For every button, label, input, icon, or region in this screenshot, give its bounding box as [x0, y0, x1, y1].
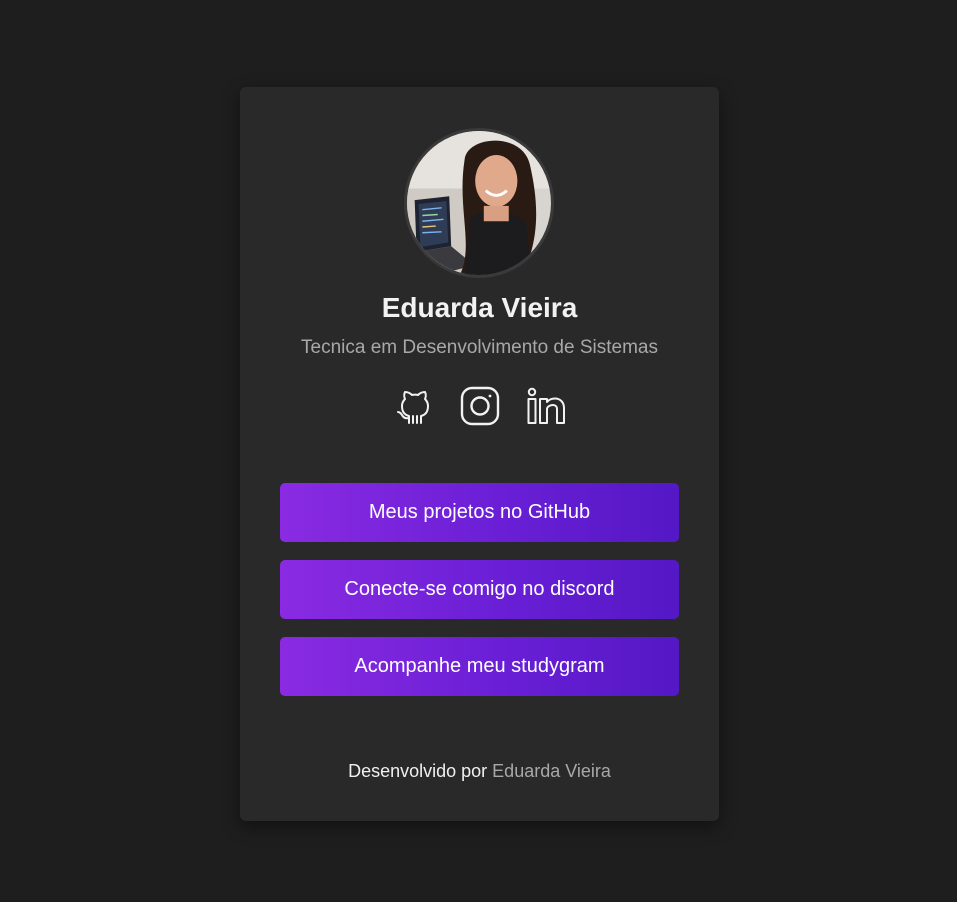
discord-connect-button[interactable]: Conecte-se comigo no discord: [280, 560, 679, 619]
profile-role: Tecnica em Desenvolvimento de Sistemas: [301, 337, 658, 358]
profile-name: Eduarda Vieira: [381, 292, 578, 323]
profile-photo: [407, 131, 551, 275]
footer-author: Eduarda Vieira: [492, 761, 611, 781]
github-icon[interactable]: [393, 385, 435, 427]
avatar: [404, 128, 554, 278]
profile-card: Eduarda Vieira Tecnica em Desenvolviment…: [240, 87, 719, 821]
footer-prefix: Desenvolvido por: [348, 761, 493, 781]
footer: Desenvolvido por Eduarda Vieira: [240, 761, 719, 782]
instagram-icon[interactable]: [459, 385, 501, 427]
studygram-button[interactable]: Acompanhe meu studygram: [280, 637, 679, 696]
github-projects-button[interactable]: Meus projetos no GitHub: [280, 483, 679, 542]
social-links: [240, 385, 719, 427]
linkedin-icon[interactable]: [525, 385, 567, 427]
